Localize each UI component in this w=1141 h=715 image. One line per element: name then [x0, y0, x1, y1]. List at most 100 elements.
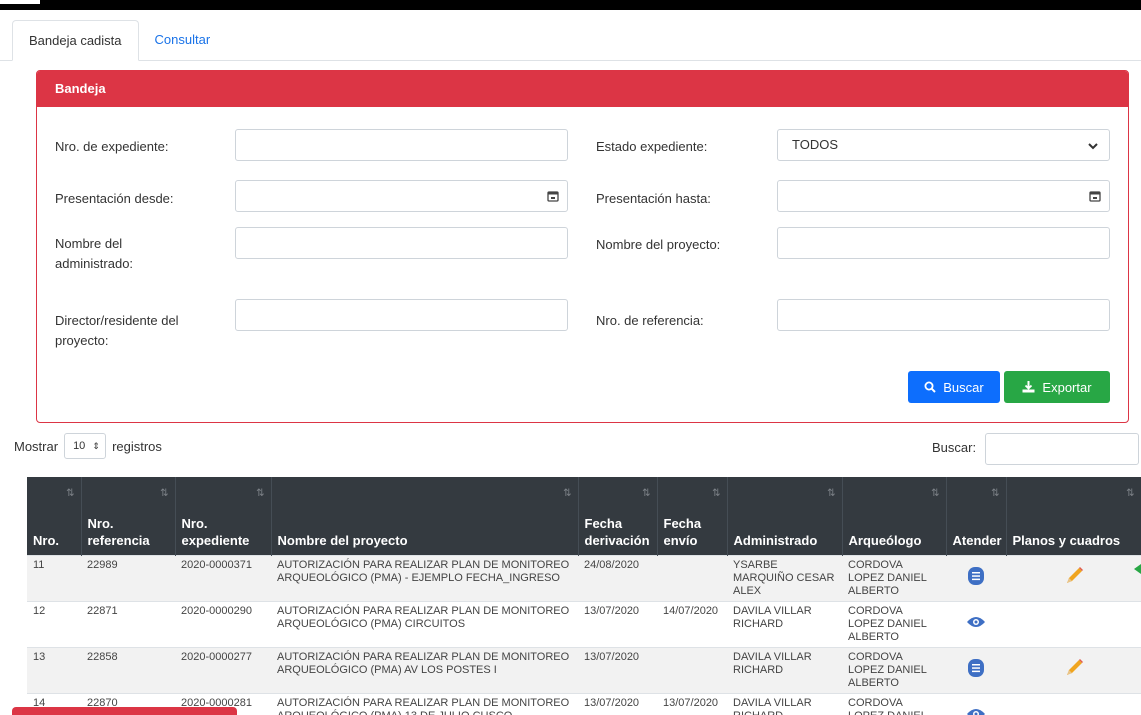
cell-expediente: 2020-0000371 — [175, 554, 271, 601]
col-header-label: Planos y cuadros — [1012, 532, 1121, 548]
cell-nro: 12 — [27, 600, 81, 647]
tab-consultar[interactable]: Consultar — [139, 20, 227, 61]
col-header-label: Fecha envío — [663, 515, 702, 548]
cell-planos — [1006, 554, 1141, 601]
referencia-input[interactable] — [777, 299, 1110, 331]
col-header-label: Fecha derivación — [584, 515, 650, 548]
expediente-input[interactable] — [235, 129, 568, 161]
buscar-button-label: Buscar — [943, 379, 984, 395]
col-header-envio[interactable]: ⇅ Fecha envío — [657, 477, 728, 555]
referencia-label: Nro. de referencia: — [596, 313, 704, 328]
desde-date-input[interactable] — [235, 180, 568, 212]
top-bar-cut — [0, 0, 40, 4]
cell-administrado: DAVILA VILLAR RICHARD — [727, 600, 842, 647]
cell-envio — [657, 554, 727, 601]
cell-atender — [946, 646, 1006, 693]
updown-icon: ⇕ — [92, 441, 100, 451]
cell-envio: 13/07/2020 — [657, 692, 727, 715]
download-icon — [1022, 381, 1035, 393]
desde-label: Presentación desde: — [55, 191, 174, 206]
administrado-input[interactable] — [235, 227, 568, 259]
director-label-line2: proyecto: — [55, 333, 109, 348]
col-header-arqueologo[interactable]: ⇅ Arqueólogo — [842, 477, 947, 555]
exportar-button[interactable]: Exportar — [1004, 371, 1110, 403]
tab-bandeja-cadista[interactable]: Bandeja cadista — [12, 20, 139, 61]
cell-proyecto: AUTORIZACIÓN PARA REALIZAR PLAN DE MONIT… — [271, 554, 578, 601]
length-select[interactable]: 10 ⇕ — [64, 433, 107, 459]
cell-arqueologo: CORDOVA LOPEZ DANIEL ALBERTO — [842, 692, 946, 715]
cell-envio: 14/07/2020 — [657, 600, 727, 647]
col-header-label: Arqueólogo — [848, 532, 922, 548]
table-header-row: ⇅ Nro. ⇅ Nro. referencia ⇅ Nro. expediente … — [27, 477, 1141, 555]
length-select-value: 10 — [73, 440, 86, 452]
col-header-label: Atender — [952, 532, 1002, 548]
tab-bar: Bandeja cadista Consultar — [12, 20, 227, 61]
sort-icon: ⇅ — [712, 488, 721, 499]
director-label: Director/residente del proyecto: — [55, 311, 179, 351]
cell-expediente: 2020-0000290 — [175, 600, 271, 647]
estado-label: Estado expediente: — [596, 139, 708, 154]
cell-administrado: DAVILA VILLAR RICHARD — [727, 646, 842, 693]
proyecto-input[interactable] — [777, 227, 1110, 259]
col-header-administrado[interactable]: ⇅ Administrado — [727, 477, 843, 555]
sort-icon: ⇅ — [642, 488, 651, 499]
cell-arqueologo: CORDOVA LOPEZ DANIEL ALBERTO — [842, 554, 946, 601]
calendar-icon[interactable] — [547, 190, 559, 202]
cell-planos — [1006, 692, 1141, 715]
search-icon — [924, 381, 936, 393]
document-icon[interactable] — [967, 658, 985, 678]
chevron-down-icon — [1088, 143, 1098, 150]
estado-select[interactable]: TODOS — [777, 129, 1110, 161]
cell-administrado: DAVILA VILLAR RICHARD — [727, 692, 842, 715]
col-header-label: Nro. expediente — [181, 515, 250, 548]
bandeja-table: ⇅ Nro. ⇅ Nro. referencia ⇅ Nro. expediente … — [27, 477, 1141, 715]
table-row: 13 22858 2020-0000277 AUTORIZACIÓN PARA … — [27, 646, 1141, 693]
cell-expediente: 2020-0000277 — [175, 646, 271, 693]
table-search-label: Buscar: — [932, 440, 977, 455]
cell-atender — [946, 600, 1006, 647]
table-row: 12 22871 2020-0000290 AUTORIZACIÓN PARA … — [27, 600, 1141, 647]
calendar-icon[interactable] — [1089, 190, 1101, 202]
cell-nro: 13 — [27, 646, 81, 693]
sort-icon: ⇅ — [160, 488, 169, 499]
exportar-button-label: Exportar — [1042, 379, 1092, 395]
table-row: 11 22989 2020-0000371 AUTORIZACIÓN PARA … — [27, 554, 1141, 601]
col-header-planos[interactable]: ⇅ Planos y cuadros — [1006, 477, 1141, 555]
pencil-icon[interactable] — [1063, 565, 1085, 587]
document-icon[interactable] — [967, 566, 985, 586]
eye-icon[interactable] — [966, 707, 986, 715]
sort-icon: ⇅ — [991, 488, 1000, 499]
administrado-label-line1: Nombre del — [55, 236, 123, 251]
col-header-derivacion[interactable]: ⇅ Fecha derivación — [578, 477, 658, 555]
col-header-label: Nro. — [33, 532, 59, 548]
cell-envio — [657, 646, 727, 693]
director-input[interactable] — [235, 299, 568, 331]
director-label-line1: Director/residente del — [55, 313, 179, 328]
eye-icon[interactable] — [966, 615, 986, 629]
cell-arqueologo: CORDOVA LOPEZ DANIEL ALBERTO — [842, 600, 946, 647]
cell-derivacion: 13/07/2020 — [578, 600, 657, 647]
mostrar-label: Mostrar — [14, 438, 59, 454]
buscar-button[interactable]: Buscar — [908, 371, 1000, 403]
cell-proyecto: AUTORIZACIÓN PARA REALIZAR PLAN DE MONIT… — [271, 692, 578, 715]
cell-derivacion: 13/07/2020 — [578, 692, 657, 715]
cell-atender — [946, 554, 1006, 601]
sort-icon: ⇅ — [827, 488, 836, 499]
cell-atender — [946, 692, 1006, 715]
col-header-expediente[interactable]: ⇅ Nro. expediente — [175, 477, 272, 555]
hasta-label: Presentación hasta: — [596, 191, 711, 206]
hasta-date-input[interactable] — [777, 180, 1110, 212]
cell-derivacion: 24/08/2020 — [578, 554, 657, 601]
sort-icon: ⇅ — [563, 488, 572, 499]
col-header-label: Nro. referencia — [87, 515, 150, 548]
col-header-referencia[interactable]: ⇅ Nro. referencia — [81, 477, 176, 555]
cell-proyecto: AUTORIZACIÓN PARA REALIZAR PLAN DE MONIT… — [271, 646, 578, 693]
pencil-icon[interactable] — [1063, 657, 1085, 679]
table-search-input[interactable] — [985, 433, 1139, 465]
estado-select-value: TODOS — [792, 137, 838, 152]
administrado-label: Nombre del administrado: — [55, 234, 133, 274]
col-header-atender[interactable]: ⇅ Atender — [946, 477, 1007, 555]
col-header-label: Nombre del proyecto — [277, 532, 408, 548]
col-header-proyecto[interactable]: ⇅ Nombre del proyecto — [271, 477, 579, 555]
col-header-nro[interactable]: ⇅ Nro. — [27, 477, 82, 555]
